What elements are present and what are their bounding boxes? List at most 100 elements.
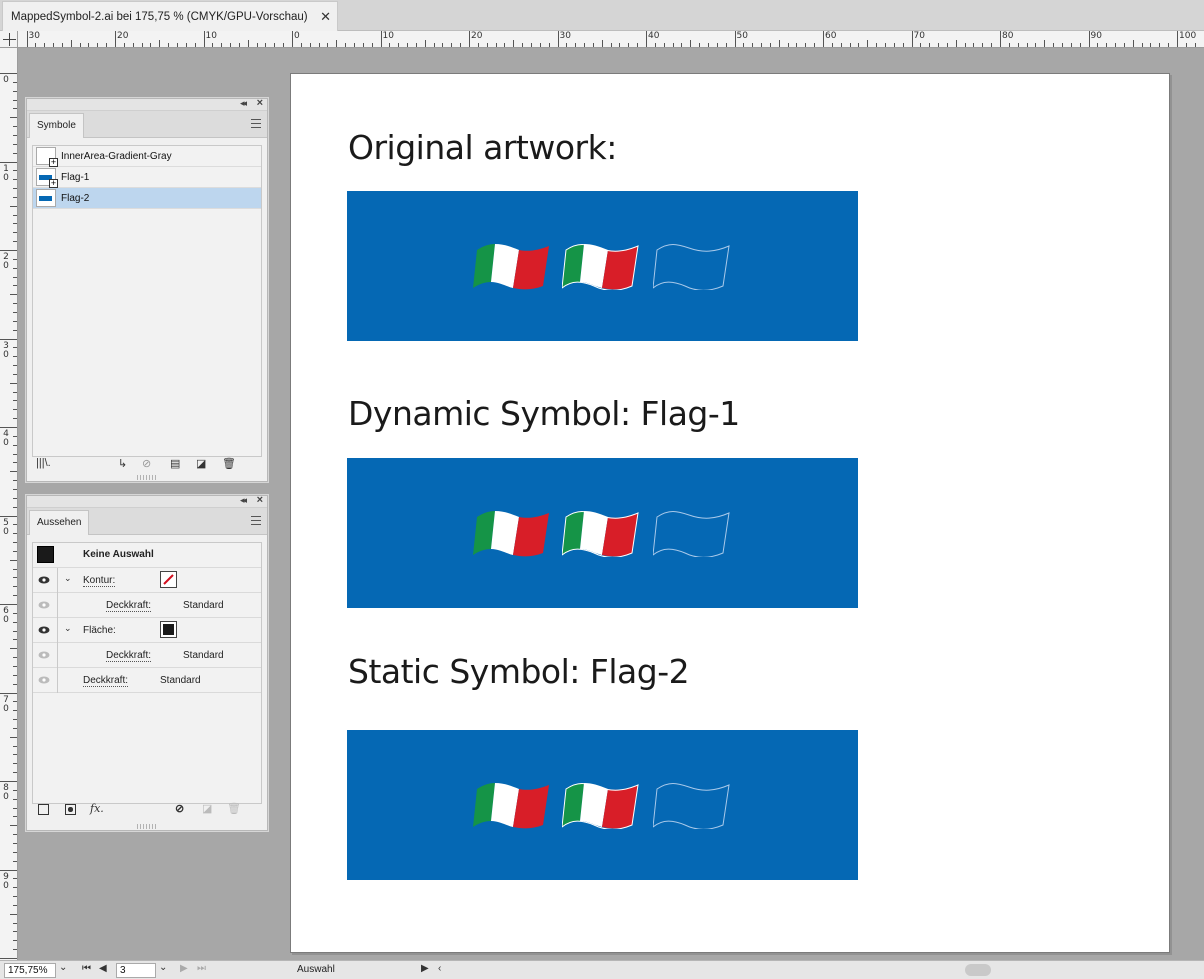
horizontal-scrollbar-thumb[interactable] — [965, 964, 991, 976]
appearance-title-row: Keine Auswahl — [33, 543, 261, 568]
first-artboard-icon[interactable]: ⏮ — [82, 963, 91, 974]
appearance-panel-header[interactable]: ◂◂ × — [27, 494, 267, 508]
ruler-label: 0 — [294, 31, 300, 41]
place-symbol-icon[interactable]: ↳ — [118, 457, 127, 470]
artboard-dropdown-chevron-icon[interactable]: ⌄ — [159, 962, 167, 973]
horizontal-ruler[interactable]: 30 20 10 0 10 20 30 40 50 60 70 80 90 100 — [18, 31, 1204, 48]
close-icon[interactable]: ✕ — [320, 9, 331, 25]
flag-outline-artwork[interactable] — [653, 781, 733, 829]
eye-icon[interactable] — [38, 576, 50, 584]
new-symbol-icon[interactable]: ◪ — [196, 457, 206, 470]
appearance-fill-opacity-row[interactable]: Deckkraft: Standard — [33, 643, 261, 668]
italian-flag-artwork[interactable] — [562, 242, 642, 290]
vertical-ruler[interactable]: 01 02 03 04 05 06 07 08 09 01 0 0 — [0, 48, 18, 960]
add-fill-icon[interactable] — [65, 804, 76, 815]
symbol-thumbnail-icon — [36, 189, 56, 207]
document-tab[interactable]: MappedSymbol-2.ai bei 175,75 % (CMYK/GPU… — [2, 1, 338, 31]
flag-outline-artwork[interactable] — [653, 242, 733, 290]
next-artboard-icon[interactable]: ▶ — [180, 963, 188, 974]
symbols-panel-header[interactable]: ◂◂ × — [27, 97, 267, 111]
document-tab-title: MappedSymbol-2.ai bei 175,75 % (CMYK/GPU… — [11, 10, 308, 23]
symbol-item-label: InnerArea-Gradient-Gray — [61, 150, 172, 162]
fill-opacity-label[interactable]: Deckkraft: — [106, 650, 152, 662]
add-stroke-icon[interactable] — [38, 804, 49, 815]
banner-static-symbol[interactable] — [347, 730, 858, 880]
status-menu-arrow-icon[interactable]: ▶ — [421, 963, 429, 974]
heading-original-artwork: Original artwork: — [348, 128, 617, 167]
last-artboard-icon[interactable]: ⏭ — [197, 963, 206, 974]
italian-flag-artwork[interactable] — [562, 781, 642, 829]
delete-item-icon[interactable]: 🗑 — [227, 802, 241, 815]
opacity-label[interactable]: Deckkraft: — [83, 675, 129, 687]
scroll-left-icon[interactable]: ‹ — [438, 963, 441, 974]
ruler-label: 3 0 — [3, 340, 9, 360]
italian-flag-artwork[interactable] — [473, 781, 553, 829]
break-link-icon[interactable]: ⊘ — [142, 457, 151, 470]
symbol-options-icon[interactable]: ▤ — [170, 457, 180, 470]
tab-appearance[interactable]: Aussehen — [29, 510, 90, 535]
ruler-label: 2 0 — [3, 252, 9, 271]
fill-label[interactable]: Fläche: — [83, 625, 116, 636]
resize-grip[interactable] — [137, 475, 157, 480]
symbol-item-flag-1[interactable]: + Flag-1 — [33, 167, 261, 188]
symbol-item-label: Flag-2 — [61, 192, 90, 204]
panel-menu-icon[interactable] — [251, 516, 261, 525]
ruler-label: 6 0 — [3, 606, 9, 625]
zoom-field[interactable]: 175,75% — [4, 963, 56, 978]
appearance-stroke-opacity-row[interactable]: Deckkraft: Standard — [33, 593, 261, 618]
ruler-label: 100 — [1179, 31, 1197, 41]
tab-symbols[interactable]: Symbole — [29, 113, 84, 138]
eye-icon[interactable] — [38, 651, 50, 659]
duplicate-item-icon[interactable]: ◪ — [202, 802, 212, 815]
stroke-opacity-label[interactable]: Deckkraft: — [106, 600, 152, 612]
close-panel-icon[interactable]: × — [257, 97, 263, 109]
fx-icon[interactable]: fx. — [90, 802, 104, 815]
banner-original-artwork[interactable] — [347, 191, 858, 341]
ruler-label: 90 — [1090, 31, 1102, 41]
ruler-label: 70 — [913, 31, 925, 41]
fill-swatch-icon[interactable] — [160, 621, 177, 638]
previous-artboard-icon[interactable]: ◀ — [99, 963, 107, 974]
document-tab-bar: MappedSymbol-2.ai bei 175,75 % (CMYK/GPU… — [0, 0, 1204, 31]
panel-menu-icon[interactable] — [251, 119, 261, 128]
heading-dynamic-symbol: Dynamic Symbol: Flag-1 — [348, 394, 740, 433]
zoom-dropdown-chevron-icon[interactable]: ⌄ — [59, 962, 67, 973]
ruler-label: 30 — [28, 31, 40, 41]
symbol-thumbnail-icon: + — [36, 147, 58, 167]
italian-flag-artwork[interactable] — [562, 509, 642, 557]
ruler-label: 50 — [736, 31, 748, 41]
ruler-label: 10 — [205, 31, 217, 41]
clear-appearance-icon[interactable]: ⊘ — [175, 802, 184, 815]
delete-symbol-icon[interactable]: 🗑 — [222, 457, 236, 470]
opacity-value: Standard — [160, 675, 201, 686]
appearance-opacity-row[interactable]: Deckkraft: Standard — [33, 668, 261, 693]
resize-grip[interactable] — [137, 824, 157, 829]
eye-icon[interactable] — [38, 626, 50, 634]
flag-outline-artwork[interactable] — [653, 509, 733, 557]
heading-static-symbol: Static Symbol: Flag-2 — [348, 652, 690, 691]
italian-flag-artwork[interactable] — [473, 242, 553, 290]
eye-icon[interactable] — [38, 601, 50, 609]
banner-dynamic-symbol[interactable] — [347, 458, 858, 608]
symbol-libraries-icon[interactable]: |||\. — [36, 457, 51, 469]
symbol-item-flag-2[interactable]: Flag-2 — [33, 188, 261, 209]
artboard[interactable]: Original artwork: Dynamic Symbol: Flag-1 — [290, 73, 1170, 953]
stroke-none-swatch-icon[interactable] — [160, 571, 177, 588]
eye-icon[interactable] — [38, 676, 50, 684]
symbol-item-innerarea-gradient-gray[interactable]: + InnerArea-Gradient-Gray — [33, 146, 261, 167]
object-swatch-icon — [37, 546, 54, 563]
italian-flag-artwork[interactable] — [473, 509, 553, 557]
appearance-stroke-row[interactable]: ⌄ Kontur: — [33, 568, 261, 593]
artboard-number-field[interactable]: 3 — [116, 963, 156, 978]
current-tool-label: Auswahl — [297, 964, 335, 975]
chevron-down-icon[interactable]: ⌄ — [64, 623, 72, 634]
chevron-down-icon[interactable]: ⌄ — [64, 573, 72, 584]
symbols-panel: ◂◂ × Symbole + InnerArea-Gradient-Gray +… — [26, 97, 268, 482]
symbol-thumbnail-icon: + — [36, 168, 58, 188]
appearance-fill-row[interactable]: ⌄ Fläche: — [33, 618, 261, 643]
collapse-panel-icon[interactable]: ◂◂ — [240, 98, 247, 109]
stroke-label[interactable]: Kontur: — [83, 575, 116, 587]
close-panel-icon[interactable]: × — [257, 494, 263, 506]
ruler-origin[interactable] — [0, 31, 18, 48]
collapse-panel-icon[interactable]: ◂◂ — [240, 495, 247, 506]
